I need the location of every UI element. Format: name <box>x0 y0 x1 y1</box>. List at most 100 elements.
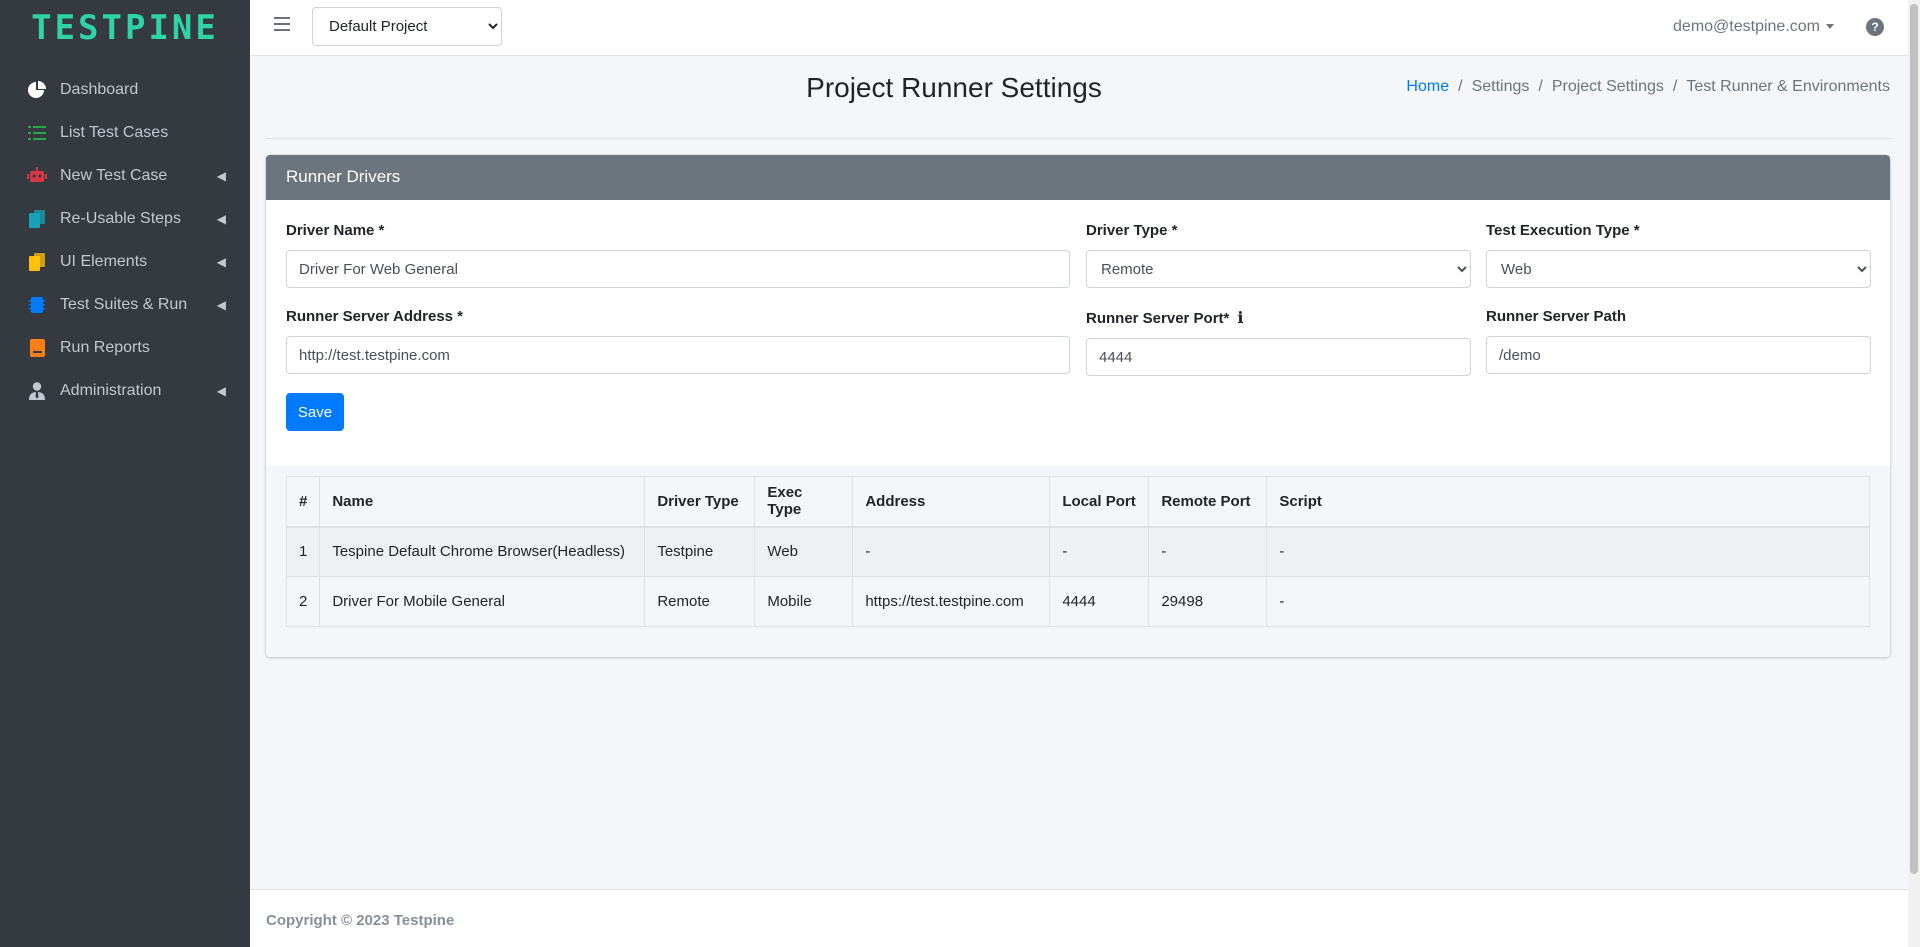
server-address-group: Runner Server Address * <box>286 308 1070 374</box>
driver-name-group: Driver Name * <box>286 222 1070 288</box>
sidebar-item-label: Test Suites & Run <box>60 295 188 313</box>
copyright-text: Copyright © 2023 Testpine <box>266 912 455 929</box>
sidebar-item-label: Run Reports <box>60 338 150 356</box>
cell-driver-type: Testpine <box>644 526 756 577</box>
sidebar-item-label: Dashboard <box>60 80 139 98</box>
top-navbar: Default Project demo@testpine.com ? <box>250 0 1908 56</box>
sidebar: TESTPINE Dashboard List Test Cases New T… <box>0 0 250 947</box>
cell-address: https://test.testpine.com <box>852 576 1051 627</box>
driver-name-label: Driver Name * <box>286 222 385 239</box>
breadcrumb-project-settings: Project Settings <box>1551 78 1664 95</box>
copy-icon <box>26 208 48 230</box>
column-header: Local Port <box>1049 476 1150 528</box>
column-header: Exec Type <box>754 476 854 528</box>
brand-logo[interactable]: TESTPINE <box>0 0 250 56</box>
column-header: Script <box>1266 476 1870 528</box>
server-port-label: Runner Server Port* <box>1086 310 1230 327</box>
column-header: Remote Port <box>1148 476 1268 528</box>
breadcrumb: Home / Settings / Project Settings / Tes… <box>1406 78 1890 96</box>
cell-local-port: - <box>1049 526 1150 577</box>
breadcrumb-separator: / <box>1672 78 1678 95</box>
table-header-row: # Name Driver Type Exec Type Address Loc… <box>285 476 1870 528</box>
page-scrollbar[interactable] <box>1908 0 1920 947</box>
sidebar-item-administration[interactable]: Administration ◀ <box>0 369 250 412</box>
cell-script: - <box>1266 526 1870 577</box>
server-port-label-wrap: Runner Server Port* i <box>1086 308 1471 327</box>
runner-drivers-card: Runner Drivers Driver Name * Driver Type… <box>266 155 1890 657</box>
pie-chart-icon <box>26 79 48 101</box>
chip-icon <box>26 294 48 316</box>
driver-name-input[interactable] <box>286 250 1070 288</box>
cell-name: Driver For Mobile General <box>319 576 646 627</box>
server-port-group: Runner Server Port* i <box>1086 308 1471 376</box>
card-title: Runner Drivers <box>266 155 1890 200</box>
hamburger-menu-icon[interactable] <box>274 17 290 33</box>
main-content: Project Runner Settings Home / Settings … <box>250 56 1908 889</box>
cell-script: - <box>1266 576 1870 627</box>
question-circle-icon[interactable]: ? <box>1866 18 1884 36</box>
runner-driver-form: Driver Name * Driver Type * Remote Test … <box>266 200 1890 466</box>
sidebar-item-reusable-steps[interactable]: Re-Usable Steps ◀ <box>0 197 250 240</box>
info-icon[interactable]: i <box>1237 308 1243 327</box>
breadcrumb-home[interactable]: Home <box>1406 78 1449 96</box>
header-divider <box>266 138 1892 139</box>
server-address-label: Runner Server Address * <box>286 308 464 325</box>
server-address-input[interactable] <box>286 336 1070 374</box>
table-row: 1 Tespine Default Chrome Browser(Headles… <box>285 526 1870 577</box>
sidebar-item-new-test-case[interactable]: New Test Case ◀ <box>0 154 250 197</box>
scrollbar-thumb[interactable] <box>1910 4 1918 874</box>
user-tie-icon <box>26 380 48 402</box>
book-icon <box>26 337 48 359</box>
project-select[interactable]: Default Project <box>312 7 502 46</box>
breadcrumb-separator: / <box>1458 78 1463 95</box>
user-menu-dropdown[interactable]: demo@testpine.com <box>1673 18 1834 36</box>
column-header: # <box>285 476 321 528</box>
cell-driver-type: Remote <box>644 576 756 627</box>
drivers-table-area: # Name Driver Type Exec Type Address Loc… <box>266 466 1890 657</box>
chevron-left-icon: ◀ <box>216 254 226 269</box>
footer: Copyright © 2023 Testpine <box>250 889 1908 947</box>
sidebar-nav: Dashboard List Test Cases New Test Case … <box>0 68 250 412</box>
breadcrumb-settings: Settings <box>1471 78 1530 95</box>
chevron-left-icon: ◀ <box>216 211 226 226</box>
server-port-input[interactable] <box>1086 338 1471 376</box>
table-row: 2 Driver For Mobile General Remote Mobil… <box>285 576 1870 627</box>
sidebar-item-label: Re-Usable Steps <box>60 209 181 227</box>
sidebar-item-dashboard[interactable]: Dashboard <box>0 68 250 111</box>
cell-remote-port: 29498 <box>1148 576 1268 627</box>
cell-address: - <box>852 526 1051 577</box>
breadcrumb-current: Test Runner & Environments <box>1686 78 1890 95</box>
exec-type-label: Test Execution Type * <box>1486 222 1640 239</box>
brand-name: TESTPINE <box>31 8 219 48</box>
drivers-table: # Name Driver Type Exec Type Address Loc… <box>285 476 1870 627</box>
cell-local-port: 4444 <box>1049 576 1150 627</box>
cell-index: 2 <box>285 576 321 627</box>
list-icon <box>26 122 48 144</box>
driver-type-select[interactable]: Remote <box>1086 250 1471 288</box>
column-header: Driver Type <box>644 476 756 528</box>
server-path-label: Runner Server Path <box>1486 308 1627 325</box>
server-path-group: Runner Server Path <box>1486 308 1871 374</box>
cell-exec-type: Web <box>754 526 854 577</box>
cell-index: 1 <box>285 526 321 577</box>
sidebar-item-test-suites-run[interactable]: Test Suites & Run ◀ <box>0 283 250 326</box>
sidebar-item-label: Administration <box>60 381 162 399</box>
user-email: demo@testpine.com <box>1673 18 1820 35</box>
robot-icon <box>26 165 48 187</box>
driver-type-group: Driver Type * Remote <box>1086 222 1471 288</box>
cell-name: Tespine Default Chrome Browser(Headless) <box>319 526 646 577</box>
exec-type-group: Test Execution Type * Web <box>1486 222 1871 288</box>
exec-type-select[interactable]: Web <box>1486 250 1871 288</box>
server-path-input[interactable] <box>1486 336 1871 374</box>
column-header: Address <box>852 476 1051 528</box>
caret-down-icon <box>1826 24 1834 30</box>
sidebar-item-list-test-cases[interactable]: List Test Cases <box>0 111 250 154</box>
sidebar-item-label: List Test Cases <box>60 123 169 141</box>
files-icon <box>26 251 48 273</box>
breadcrumb-separator: / <box>1538 78 1543 95</box>
chevron-left-icon: ◀ <box>216 297 226 312</box>
sidebar-item-ui-elements[interactable]: UI Elements ◀ <box>0 240 250 283</box>
sidebar-item-run-reports[interactable]: Run Reports <box>0 326 250 369</box>
column-header: Name <box>319 476 646 528</box>
save-button[interactable]: Save <box>286 393 344 431</box>
